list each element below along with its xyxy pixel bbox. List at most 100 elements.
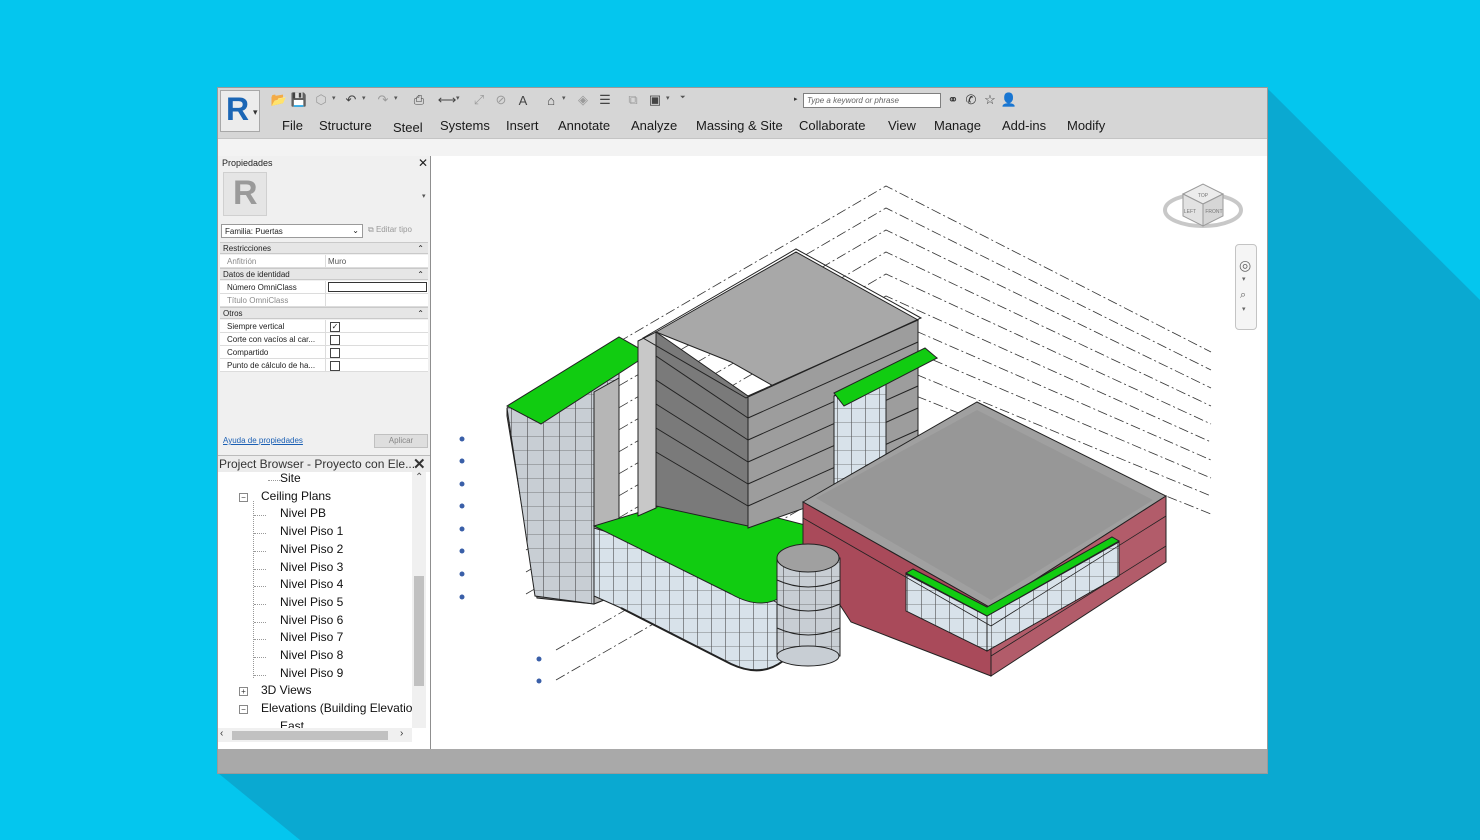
tab-collaborate[interactable]: Collaborate (799, 118, 866, 133)
zoom-icon[interactable]: ⌕ (1240, 289, 1246, 302)
close-hidden-icon[interactable]: ⧉ (624, 91, 642, 109)
scroll-thumb[interactable] (232, 731, 388, 740)
type-selector-image[interactable]: R (223, 172, 267, 216)
user-icon[interactable]: 👤 (1000, 91, 1018, 109)
tree-item-east[interactable]: East (280, 719, 304, 728)
viewcube-left[interactable]: LEFT (1184, 209, 1196, 215)
tree-item-level[interactable]: Nivel Piso 6 (280, 613, 343, 627)
always-vertical-checkbox[interactable]: ✓ (330, 322, 340, 332)
tab-massing-site[interactable]: Massing & Site (696, 118, 783, 133)
tab-steel[interactable]: Steel (393, 120, 423, 135)
switch-windows-icon[interactable]: ▣ (646, 91, 664, 109)
chevron-down-icon[interactable]: ▾ (1242, 275, 1246, 283)
tree-item-elevations[interactable]: Elevations (Building Elevation (261, 701, 412, 715)
omniclass-number-input[interactable] (328, 282, 427, 292)
tab-systems[interactable]: Systems (440, 118, 490, 133)
3d-view-icon[interactable]: ⌂ (542, 91, 560, 109)
chevron-down-icon[interactable]: ▾ (332, 94, 336, 102)
tree-item-level[interactable]: Nivel Piso 2 (280, 542, 343, 556)
steering-wheel-icon[interactable]: ◎ (1239, 257, 1251, 274)
tree-item-level[interactable]: Nivel PB (280, 506, 326, 520)
close-icon[interactable]: ✕ (413, 455, 426, 473)
text-icon[interactable]: A (514, 91, 532, 109)
family-filter-select[interactable]: Familia: Puertas ⌄ (221, 224, 363, 238)
chevron-down-icon[interactable]: ▾ (362, 94, 366, 102)
favorites-icon[interactable]: ☆ (981, 91, 999, 109)
communication-icon[interactable]: ✆ (962, 91, 980, 109)
horizontal-scrollbar[interactable]: ‹ › (218, 728, 412, 742)
property-label: Compartido (227, 348, 269, 357)
property-row-calc-point: Punto de cálculo de ha... (220, 359, 428, 372)
chevron-down-icon[interactable]: ▾ (1242, 305, 1246, 313)
chevron-down-icon[interactable]: ▾ (394, 94, 398, 102)
redo-icon[interactable]: ↷ (374, 91, 392, 109)
group-label: Restricciones (223, 244, 272, 253)
chevron-right-icon[interactable]: › (400, 728, 403, 739)
measure-icon[interactable]: ⟷ (438, 91, 457, 109)
customize-icon[interactable]: ⏷ (680, 94, 686, 102)
sync-icon[interactable]: ⬡ (312, 91, 330, 109)
open-icon[interactable]: 📂 (270, 91, 288, 109)
tree-item-level[interactable]: Nivel Piso 8 (280, 648, 343, 662)
tab-modify[interactable]: Modify (1067, 118, 1105, 133)
cut-with-voids-checkbox[interactable] (330, 335, 340, 345)
tab-analyze[interactable]: Analyze (631, 118, 677, 133)
binoculars-icon[interactable]: ⚭ (944, 91, 962, 109)
tab-annotate[interactable]: Annotate (558, 118, 610, 133)
tab-view[interactable]: View (888, 118, 916, 133)
print-icon[interactable]: ⎙ (410, 91, 428, 109)
type-image-letter: R (233, 174, 258, 212)
group-datos-identidad[interactable]: Datos de identidad ⌃ (220, 268, 428, 280)
tree-item-site[interactable]: Site (280, 472, 301, 485)
tree-item-level[interactable]: Nivel Piso 3 (280, 560, 343, 574)
viewcube-front[interactable]: FRONT (1205, 209, 1222, 215)
expand-icon[interactable]: + (239, 687, 248, 697)
group-otros[interactable]: Otros ⌃ (220, 307, 428, 319)
chevron-down-icon[interactable]: ▾ (666, 94, 670, 102)
collapse-icon[interactable]: − (239, 492, 248, 502)
tree-item-3d-views[interactable]: 3D Views (261, 683, 311, 697)
collapse-icon[interactable]: − (239, 705, 248, 715)
tree-connector (254, 603, 266, 605)
chevron-up-icon[interactable]: ⌃ (415, 472, 423, 483)
tab-insert[interactable]: Insert (506, 118, 539, 133)
ribbon: R ▾ 📂 💾 ⬡ ▾ ↶ ▾ ↷ ▾ ⎙ ⟷ ▾ ⤢ ⊘ A ⌂ ▾ ◈ ☰ … (218, 88, 1267, 138)
chevron-down-icon[interactable]: ▾ (422, 192, 426, 200)
property-label: Corte con vacíos al car... (227, 335, 316, 344)
edit-type-button[interactable]: ⧉ Editar tipo (368, 225, 412, 235)
chevron-down-icon[interactable]: ▾ (456, 94, 460, 102)
close-icon[interactable]: ✕ (418, 156, 428, 170)
group-restricciones[interactable]: Restricciones ⌃ (220, 242, 428, 254)
tree-item-level[interactable]: Nivel Piso 4 (280, 577, 343, 591)
tab-add-ins[interactable]: Add-ins (1002, 118, 1046, 133)
scroll-thumb[interactable] (414, 576, 424, 686)
tab-file[interactable]: File (282, 118, 303, 133)
section-icon[interactable]: ◈ (574, 91, 592, 109)
search-expand-icon[interactable]: ▸ (794, 95, 798, 103)
tree-item-level[interactable]: Nivel Piso 7 (280, 630, 343, 644)
tab-structure[interactable]: Structure (319, 118, 372, 133)
viewcube[interactable]: TOP LEFT FRONT (1159, 166, 1247, 236)
apply-button[interactable]: Aplicar (374, 434, 428, 448)
tab-manage[interactable]: Manage (934, 118, 981, 133)
tag-icon[interactable]: ⊘ (492, 91, 510, 109)
tree-item-level[interactable]: Nivel Piso 9 (280, 666, 343, 680)
chevron-down-icon[interactable]: ▾ (562, 94, 566, 102)
tree-connector (254, 533, 266, 535)
properties-help-link[interactable]: Ayuda de propiedades (223, 436, 303, 445)
vertical-scrollbar[interactable]: ⌃ (412, 472, 426, 728)
search-input[interactable]: Type a keyword or phrase (803, 93, 941, 108)
tree-item-ceiling-plans[interactable]: Ceiling Plans (261, 489, 331, 503)
calc-point-checkbox[interactable] (330, 361, 340, 371)
3d-viewport[interactable]: TOP LEFT FRONT ◎ ▾ ⌕ ▾ (431, 156, 1267, 749)
shared-checkbox[interactable] (330, 348, 340, 358)
tree-item-level[interactable]: Nivel Piso 5 (280, 595, 343, 609)
thin-lines-icon[interactable]: ☰ (596, 91, 614, 109)
chevron-left-icon[interactable]: ‹ (220, 728, 223, 739)
save-icon[interactable]: 💾 (290, 91, 308, 109)
viewcube-top[interactable]: TOP (1198, 193, 1209, 199)
dimension-icon[interactable]: ⤢ (470, 91, 488, 109)
tree-item-level[interactable]: Nivel Piso 1 (280, 524, 343, 538)
undo-icon[interactable]: ↶ (342, 91, 360, 109)
application-menu-button[interactable]: R ▾ (220, 90, 260, 132)
